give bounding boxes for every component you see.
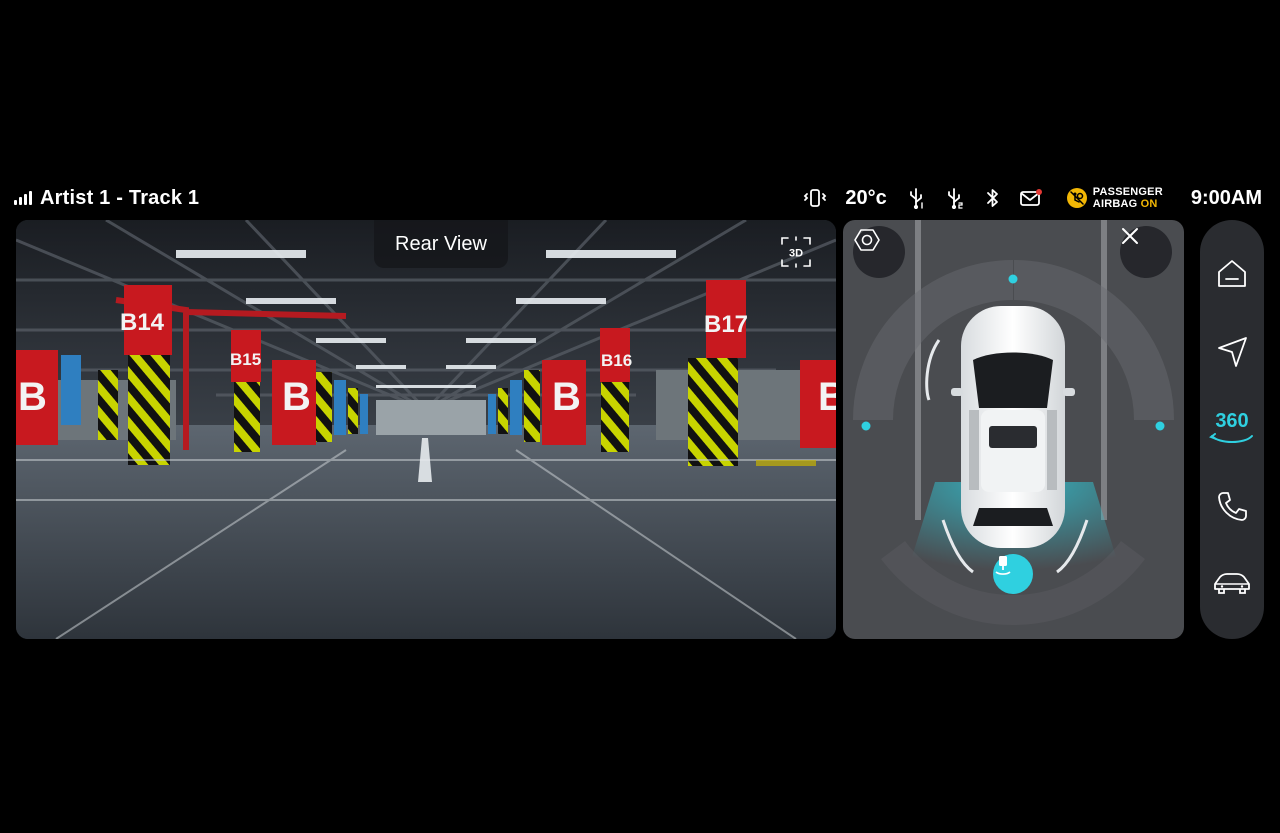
pillar-label: B17 — [704, 311, 748, 338]
airbag-off-icon — [1066, 188, 1087, 208]
status-bar: Artist 1 - Track 1 20°c PASSENGER AIRBAG… — [0, 180, 1280, 214]
close-icon — [1122, 228, 1138, 244]
phone-button[interactable] — [1200, 478, 1264, 534]
phone-icon — [1218, 492, 1247, 521]
surround-view — [843, 220, 1184, 639]
pillar-label: B — [818, 375, 836, 419]
pillar-label: B14 — [120, 309, 165, 336]
airbag-state: ON — [1140, 198, 1158, 210]
status-indicators: 20°c PASSENGER AIRBAG ON 9:00AM — [791, 184, 1262, 212]
passenger-airbag-indicator: PASSENGER AIRBAG ON — [1066, 186, 1163, 210]
clock: 9:00AM — [1190, 186, 1262, 209]
pillar-label: B15 — [230, 350, 261, 369]
usb-1-icon — [903, 184, 931, 212]
mail-icon[interactable] — [1017, 184, 1045, 212]
car-infotainment-screen: Artist 1 - Track 1 20°c PASSENGER AIRBAG… — [0, 0, 1280, 833]
settings-hex-icon — [854, 229, 880, 251]
settings-button[interactable] — [853, 226, 905, 278]
airbag-line-2: AIRBAG — [1092, 198, 1138, 210]
parking-sensor-button[interactable] — [993, 554, 1033, 594]
rotation-arrow-icon — [1208, 433, 1253, 443]
view-label: Rear View — [374, 220, 508, 268]
360-view-button[interactable]: 360 — [1200, 402, 1264, 458]
rear-camera-view: B14 B15 B16 B17 B B B B Rear View 3D — [16, 220, 836, 639]
3d-view-button[interactable]: 3D — [778, 234, 814, 270]
parking-garage-scene: B14 B15 B16 B17 B B B B — [16, 220, 836, 639]
navigation-dock: 360 — [1200, 220, 1264, 639]
vibrate-icon — [801, 184, 829, 212]
temperature: 20°c — [845, 186, 887, 209]
3d-view-icon: 3D — [781, 236, 811, 268]
car-button[interactable] — [1200, 556, 1264, 612]
now-playing[interactable]: Artist 1 - Track 1 — [14, 186, 199, 210]
home-icon — [1218, 260, 1246, 287]
pillar-label: B — [282, 375, 311, 419]
navigation-button[interactable] — [1200, 324, 1264, 380]
home-button[interactable] — [1200, 246, 1264, 302]
airbag-line-1: PASSENGER — [1092, 186, 1163, 198]
3d-label: 3D — [789, 248, 803, 260]
close-button[interactable] — [1120, 226, 1172, 278]
now-playing-label: Artist 1 - Track 1 — [40, 186, 200, 209]
pillar-label: B — [552, 375, 581, 419]
signal-bars-icon — [14, 191, 32, 205]
pillar-label: B16 — [601, 351, 632, 370]
360-label: 360 — [1215, 410, 1249, 432]
car-icon — [1214, 573, 1250, 594]
pillar-label: B — [18, 375, 47, 419]
usb-2-icon — [941, 184, 969, 212]
bluetooth-icon — [979, 184, 1007, 212]
navigation-icon — [1218, 337, 1247, 367]
parking-sensor-icon — [995, 556, 1011, 575]
